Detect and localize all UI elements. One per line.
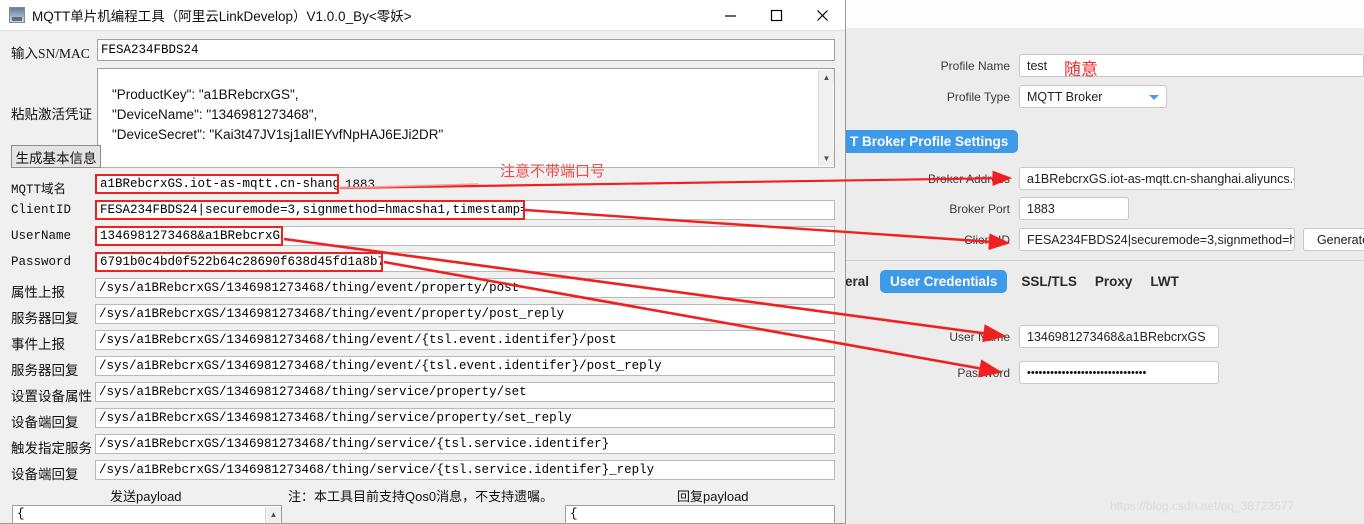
event-post-reply-input[interactable]: /sys/a1BRebcrxGS/1346981273468/thing/eve… [95, 356, 835, 376]
property-post-reply-input[interactable]: /sys/a1BRebcrxGS/1346981273468/thing/eve… [95, 304, 835, 324]
profile-type-select[interactable]: MQTT Broker [1019, 85, 1167, 108]
row-label-client-id: ClientID [11, 203, 72, 217]
mqtt-domain-input[interactable]: a1BRebcrxGS.iot-as-mqtt.cn-shanghai.aliy… [95, 174, 339, 194]
event-post-input[interactable]: /sys/a1BRebcrxGS/1346981273468/thing/eve… [95, 330, 835, 350]
profile-name-row: Profile Name test [845, 54, 1364, 77]
row-label-event-post: 事件上报 [11, 337, 65, 352]
send-payload-label: 发送payload [110, 489, 182, 504]
credential-line-2: "DeviceName": "1346981273468", [112, 107, 318, 122]
chevron-down-icon [1149, 94, 1159, 100]
maximize-button[interactable] [753, 0, 799, 31]
tab-proxy[interactable]: Proxy [1095, 274, 1133, 289]
row-label-set-reply: 设备端回复 [11, 415, 79, 430]
tab-strip [101, 145, 835, 168]
profile-type-value: MQTT Broker [1027, 89, 1103, 104]
username-input[interactable]: 1346981273468&a1BRebcrxGS [95, 226, 283, 246]
password-input-left[interactable]: 6791b0c4bd0f522b64c28690f638d45fd1a8b73f [95, 252, 383, 272]
tab-lwt[interactable]: LWT [1150, 274, 1179, 289]
row-label-property-post-reply: 服务器回复 [11, 311, 79, 326]
paste-credential-label: 粘贴激活凭证 [11, 107, 92, 122]
credential-line-3: "DeviceSecret": "Kai3t47JV1sj1alIEYvfNpH… [112, 127, 444, 142]
qos-note: 注：本工具目前支持Qos0消息，不支持遗嘱。 [288, 489, 554, 504]
row-label-property-post: 属性上报 [11, 285, 65, 300]
client-id-input[interactable]: FESA234FBDS24|securemode=3,signmethod=hm [1019, 228, 1295, 251]
profile-type-label: Profile Type [946, 89, 1010, 104]
broker-address-input[interactable]: a1BRebcrxGS.iot-as-mqtt.cn-shanghai.aliy… [1019, 167, 1295, 190]
scroll-up-icon[interactable]: ▲ [266, 507, 281, 522]
mqttfx-settings-panel: Profile Name test Profile Type MQTT Brok… [840, 0, 1364, 524]
row-label-service-reply: 设备端回复 [11, 467, 79, 482]
mqtt-tool-window: MQTT单片机编程工具（阿里云LinkDevelop）V1.0.0_By<零妖>… [0, 0, 846, 524]
service-reply-input[interactable]: /sys/a1BRebcrxGS/1346981273468/thing/ser… [95, 460, 835, 480]
row-label-event-post-reply: 服务器回复 [11, 363, 79, 378]
row-label-mqtt-domain: MQTT域名 [11, 183, 67, 197]
client-id-label: Client ID [963, 232, 1010, 247]
send-payload-scrollbar[interactable]: ▲ [265, 507, 281, 523]
credential-tabs: eral User Credentials SSL/TLS Proxy LWT [845, 268, 1179, 294]
credential-line-1: "ProductKey": "a1BRebcrxGS", [112, 87, 299, 102]
app-icon [9, 7, 25, 23]
window-title: MQTT单片机编程工具（阿里云LinkDevelop）V1.0.0_By<零妖> [32, 9, 412, 24]
broker-port-label: Broker Port [949, 201, 1010, 216]
tab-general[interactable]: eral [845, 274, 869, 289]
password-row: Password ••••••••••••••••••••••••••••••• [845, 361, 1364, 384]
annotation-no-port-note: 注意不带端口号 [500, 163, 606, 180]
sn-mac-label: 输入SN/MAC [11, 46, 90, 61]
user-name-label: User Name [949, 329, 1010, 344]
watermark-text: https://blog.csdn.net/qq_38723677 [1110, 499, 1295, 513]
right-panel-top-strip [845, 0, 1364, 28]
row-label-set-property: 设置设备属性 [11, 389, 92, 404]
annotation-profile-name-note: 随意 [1064, 60, 1098, 79]
send-payload-textarea[interactable]: { ▲ [12, 505, 282, 524]
clientid-input[interactable]: FESA234FBDS24|securemode=3,signmethod=hm… [95, 200, 525, 220]
row-label-password: Password [11, 255, 72, 269]
client-id-row: Client ID FESA234FBDS24|securemode=3,sig… [845, 228, 1364, 251]
send-payload-value: { [17, 507, 25, 521]
user-name-row: User Name 1346981273468&a1BRebcrxGS [845, 325, 1364, 348]
set-reply-input[interactable]: /sys/a1BRebcrxGS/1346981273468/thing/ser… [95, 408, 835, 428]
tab-user-credentials[interactable]: User Credentials [880, 269, 1008, 293]
row-label-trigger-service: 触发指定服务 [11, 441, 92, 456]
tab-ssl-tls[interactable]: SSL/TLS [1021, 274, 1077, 289]
broker-profile-settings-badge: T Broker Profile Settings [840, 130, 1019, 153]
generate-basic-info-button[interactable]: 生成基本信息 [11, 145, 101, 168]
title-bar: MQTT单片机编程工具（阿里云LinkDevelop）V1.0.0_By<零妖> [0, 0, 845, 31]
screenshot-root: Profile Name test Profile Type MQTT Brok… [0, 0, 1364, 524]
generate-button[interactable]: Generate [1303, 228, 1364, 251]
user-name-input[interactable]: 1346981273468&a1BRebcrxGS [1019, 325, 1219, 348]
reply-payload-textarea[interactable]: { [565, 505, 835, 524]
minimize-button[interactable] [707, 0, 753, 31]
broker-address-row: Broker Address a1BRebcrxGS.iot-as-mqtt.c… [845, 167, 1364, 190]
broker-address-label: Broker Address [927, 171, 1010, 186]
reply-payload-label: 回复payload [677, 489, 749, 504]
password-label: Password [957, 365, 1010, 380]
property-post-input[interactable]: /sys/a1BRebcrxGS/1346981273468/thing/eve… [95, 278, 835, 298]
settings-divider [845, 260, 1364, 261]
trigger-service-input[interactable]: /sys/a1BRebcrxGS/1346981273468/thing/ser… [95, 434, 835, 454]
row-label-username: UserName [11, 229, 72, 243]
close-button[interactable] [799, 0, 845, 31]
profile-type-row: Profile Type MQTT Broker [845, 85, 1364, 108]
broker-profile-settings-label: T Broker Profile Settings [840, 130, 1019, 153]
sn-mac-input[interactable]: FESA234FBDS24 [97, 39, 835, 61]
broker-port-row: Broker Port 1883 [845, 197, 1364, 220]
scroll-up-icon[interactable]: ▲ [819, 70, 834, 85]
password-input[interactable]: ••••••••••••••••••••••••••••••• [1019, 361, 1219, 384]
reply-payload-value: { [570, 507, 578, 521]
mqtt-domain-port-text: 1883 [345, 178, 376, 192]
broker-port-input[interactable]: 1883 [1019, 197, 1129, 220]
profile-name-label: Profile Name [940, 58, 1010, 73]
set-property-input[interactable]: /sys/a1BRebcrxGS/1346981273468/thing/ser… [95, 382, 835, 402]
